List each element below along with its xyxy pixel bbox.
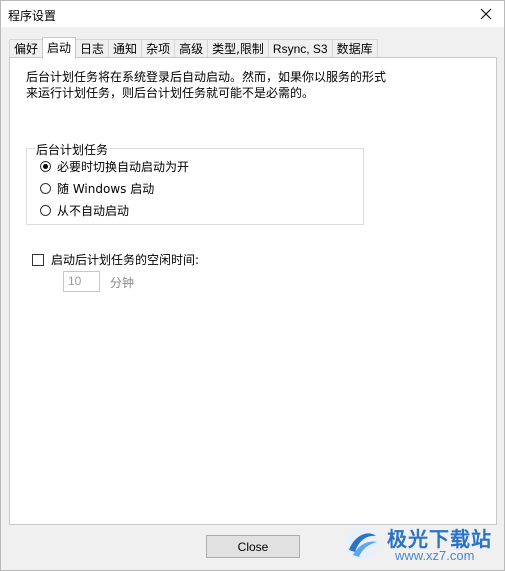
scheduler-groupbox: 后台计划任务 必要时切换自动启动为开 随 Windows 启动 从不自动启动 [26,141,364,225]
radio-label: 随 Windows 启动 [57,182,155,196]
idle-minutes-input[interactable]: 10 [63,271,100,292]
tab-startup[interactable]: 启动 [42,37,77,59]
group-title: 后台计划任务 [35,141,110,158]
settings-tabs: 偏好 启动 日志 通知 杂项 高级 类型,限制 Rsync, S3 数据库 [9,37,378,59]
window-close-button[interactable] [468,1,504,27]
close-button[interactable]: Close [206,535,300,558]
tab-advanced[interactable]: 高级 [174,39,209,58]
tab-types-limits[interactable]: 类型,限制 [207,39,269,58]
radio-with-windows[interactable]: 随 Windows 启动 [40,180,154,197]
settings-window: 程序设置 偏好 启动 日志 通知 杂项 高级 类型,限制 Rsync, S3 数… [0,0,505,571]
close-icon [480,8,492,20]
radio-auto-enable[interactable]: 必要时切换自动启动为开 [40,158,189,175]
tab-notifications[interactable]: 通知 [108,39,143,58]
idle-time-option[interactable]: 启动后计划任务的空闲时间: [32,251,199,268]
aurora-logo-icon [345,526,379,560]
radio-button[interactable] [40,205,51,216]
radio-button[interactable] [40,183,51,194]
window-title: 程序设置 [8,9,57,23]
tab-preferences[interactable]: 偏好 [9,39,44,58]
watermark: 极光下载站 www.xz7.com [343,522,503,566]
radio-never[interactable]: 从不自动启动 [40,202,129,219]
radio-label: 必要时切换自动启动为开 [57,160,190,174]
idle-time-label: 启动后计划任务的空闲时间: [51,253,200,267]
radio-label: 从不自动启动 [57,204,130,218]
tab-rsync-s3[interactable]: Rsync, S3 [267,39,333,58]
idle-time-checkbox[interactable] [32,253,44,266]
tab-log[interactable]: 日志 [75,39,110,58]
description-line-2: 来运行计划任务，则后台计划任务就可能不是必需的。 [26,86,315,100]
title-bar: 程序设置 [1,1,504,27]
idle-unit-label: 分钟 [110,276,135,290]
watermark-url: www.xz7.com [395,548,475,563]
tab-misc[interactable]: 杂项 [141,39,176,58]
radio-button[interactable] [40,161,51,172]
tab-database[interactable]: 数据库 [331,39,378,58]
startup-panel: 后台计划任务将在系统登录后自动启动。然而，如果你以服务的形式 来运行计划任务，则… [9,57,497,525]
startup-description: 后台计划任务将在系统登录后自动启动。然而，如果你以服务的形式 来运行计划任务，则… [26,69,466,101]
description-line-1: 后台计划任务将在系统登录后自动启动。然而，如果你以服务的形式 [26,70,387,84]
